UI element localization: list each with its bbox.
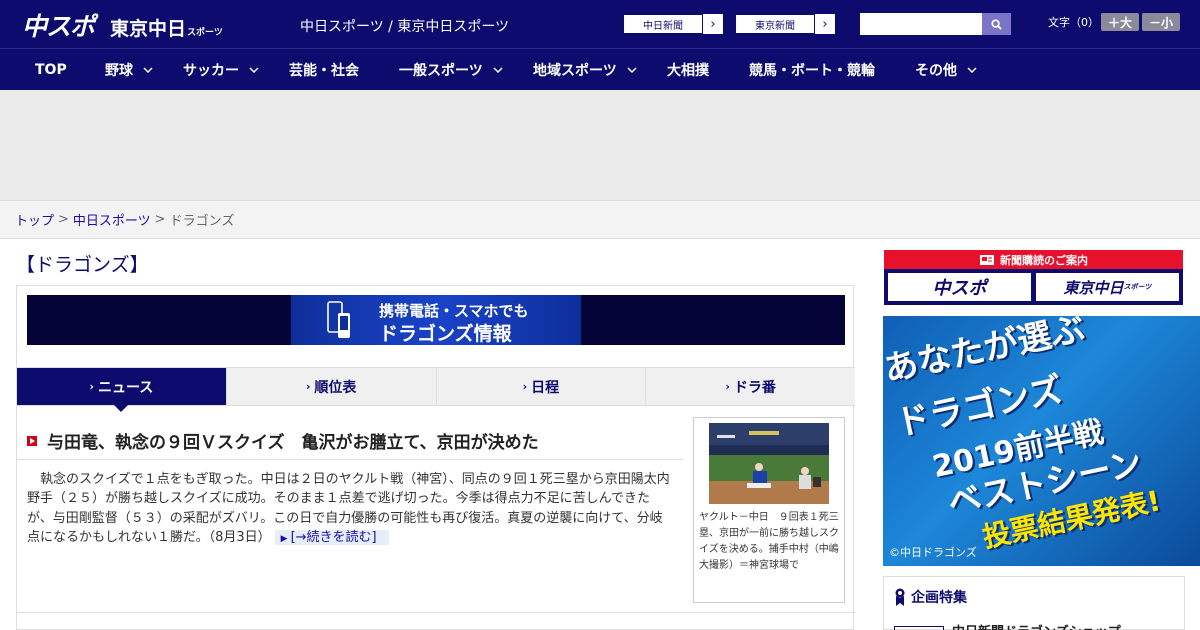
- article-photo[interactable]: [709, 423, 829, 504]
- logo-chuspo: 中スポ: [22, 12, 95, 41]
- chevron-down-icon: [967, 66, 977, 73]
- article-headline[interactable]: 与田竜、執念の９回Ｖスクイズ 亀沢がお膳立て、京田が決めた: [27, 428, 683, 453]
- mobile-promo-banner[interactable]: 携帯電話・スマホでも ドラゴンズ情報: [27, 295, 845, 345]
- ad-space: [0, 90, 1200, 200]
- main-nav: TOP 野球 サッカー 芸能・社会 一般スポーツ 地域スポーツ 大相撲 競馬・ボ…: [0, 48, 1200, 90]
- nav-item-top[interactable]: TOP: [35, 49, 67, 90]
- play-arrow-icon: ▶: [280, 533, 288, 544]
- chevron-right-icon: ›: [89, 380, 94, 393]
- headline-divider: [17, 459, 683, 460]
- search-icon: [991, 18, 1002, 30]
- breadcrumb-current: ドラゴンズ: [169, 214, 235, 229]
- page-title: 【ドラゴンズ】: [16, 254, 149, 276]
- breadcrumb-separator: >: [154, 212, 166, 227]
- font-larger-button[interactable]: ＋大: [1101, 13, 1139, 31]
- nav-item-sumo[interactable]: 大相撲: [667, 49, 709, 90]
- chevron-down-icon: [143, 66, 153, 73]
- font-size-label: 文字（0）: [1048, 16, 1099, 29]
- promo-inner: 携帯電話・スマホでも ドラゴンズ情報: [291, 295, 581, 345]
- tokyo-shimbun-label: 東京新聞: [735, 14, 815, 34]
- article-date: （8月3日）: [208, 529, 271, 545]
- logo-tokyo-chunichi: 東京中日スポーツ: [110, 18, 223, 40]
- search-button[interactable]: [982, 13, 1011, 35]
- tokyo-shimbun-link[interactable]: 東京新聞 ›: [734, 13, 836, 35]
- top-header: 中スポ 東京中日スポーツ 中日スポーツ / 東京中日スポーツ 中日新聞 › 東京…: [0, 0, 1200, 48]
- read-more-link[interactable]: ▶ [→続きを読む]: [274, 529, 389, 545]
- chevron-right-icon: ›: [522, 380, 528, 393]
- ribbon-icon: [895, 588, 905, 606]
- promo-line2: ドラゴンズ情報: [379, 323, 512, 345]
- nav-item-baseball[interactable]: 野球: [105, 49, 154, 90]
- subscription-box: 新聞購読のご案内 中スポ 東京中日 スポーツ: [884, 250, 1183, 305]
- chevron-down-icon: [627, 66, 637, 73]
- nav-item-soccer[interactable]: サッカー: [183, 49, 260, 90]
- nav-item-entertainment[interactable]: 芸能・社会: [289, 49, 359, 90]
- shop-thumbnail: [894, 625, 944, 630]
- font-smaller-button[interactable]: －小: [1142, 13, 1180, 31]
- chunichi-shimbun-label: 中日新聞: [623, 14, 703, 34]
- breadcrumb: トップ > 中日スポーツ > ドラゴンズ: [0, 200, 1200, 239]
- subscription-header: 新聞購読のご案内: [884, 250, 1183, 269]
- feature-box: 企画特集 中日新聞ドラゴンズショップ: [883, 576, 1185, 630]
- play-arrow-icon: [27, 435, 37, 446]
- chunichi-shimbun-link[interactable]: 中日新聞 ›: [622, 13, 724, 35]
- subscribe-chuspo-button[interactable]: 中スポ: [888, 273, 1031, 301]
- photo-caption: ヤクルト－中日 ９回表１死三塁、京田が一前に勝ち越しスクイズを決める。捕手中村（…: [699, 512, 839, 571]
- best-scene-vote-banner[interactable]: あなたが選ぶ ドラゴンズ 2019前半戦 ベストシーン 投票結果発表! ©中日ド…: [883, 316, 1200, 566]
- chevron-down-icon: [493, 66, 503, 73]
- nav-item-local-sports[interactable]: 地域スポーツ: [533, 49, 638, 90]
- article-body: 執念のスクイズで１点をもぎ取った。中日は２日のヤクルト戦（神宮）、同点の９回１死…: [27, 472, 670, 545]
- chevron-right-icon: ›: [822, 16, 828, 32]
- news-panel: 携帯電話・スマホでも ドラゴンズ情報 › ニュース › 順位表 › 日程 › ドラ番 与…: [16, 285, 855, 630]
- nav-item-other[interactable]: その他: [915, 49, 978, 90]
- subscribe-tokyo-chunichi-button[interactable]: 東京中日 スポーツ: [1036, 273, 1179, 301]
- site-title: 中日スポーツ / 東京中日スポーツ: [300, 19, 510, 35]
- feature-item-dragons-shop[interactable]: 中日新聞ドラゴンズショップ: [894, 621, 1121, 630]
- nav-item-racing[interactable]: 競馬・ボート・競輪: [749, 49, 875, 90]
- smartphone-icon: [327, 301, 350, 338]
- breadcrumb-top[interactable]: トップ: [15, 210, 54, 229]
- breadcrumb-chunichi-sports[interactable]: 中日スポーツ: [73, 210, 151, 229]
- nav-item-general-sports[interactable]: 一般スポーツ: [399, 49, 504, 90]
- article-photo-box: ヤクルト－中日 ９回表１死三塁、京田が一前に勝ち越しスクイズを決める。捕手中村（…: [693, 417, 845, 603]
- tab-news[interactable]: › ニュース: [17, 368, 227, 412]
- newspaper-icon: [980, 254, 994, 265]
- article-divider: [17, 612, 855, 613]
- search-input[interactable]: [860, 13, 982, 35]
- site-logo[interactable]: 中スポ 東京中日スポーツ: [22, 7, 223, 41]
- tab-standings[interactable]: › 順位表: [226, 368, 437, 405]
- tab-schedule[interactable]: › 日程: [436, 368, 647, 405]
- promo-line1: 携帯電話・スマホでも: [379, 302, 529, 320]
- chevron-right-icon: ›: [305, 380, 311, 393]
- banner-copyright: ©中日ドラゴンズ: [889, 546, 977, 559]
- tab-dorabang[interactable]: › ドラ番: [646, 368, 855, 405]
- breadcrumb-separator: >: [58, 212, 69, 227]
- chevron-right-icon: ›: [725, 380, 730, 393]
- chevron-right-icon: ›: [710, 16, 716, 32]
- chevron-down-icon: [249, 66, 259, 73]
- feature-heading: 企画特集: [894, 587, 967, 607]
- news-tabs: › ニュース › 順位表 › 日程 › ドラ番: [17, 367, 855, 412]
